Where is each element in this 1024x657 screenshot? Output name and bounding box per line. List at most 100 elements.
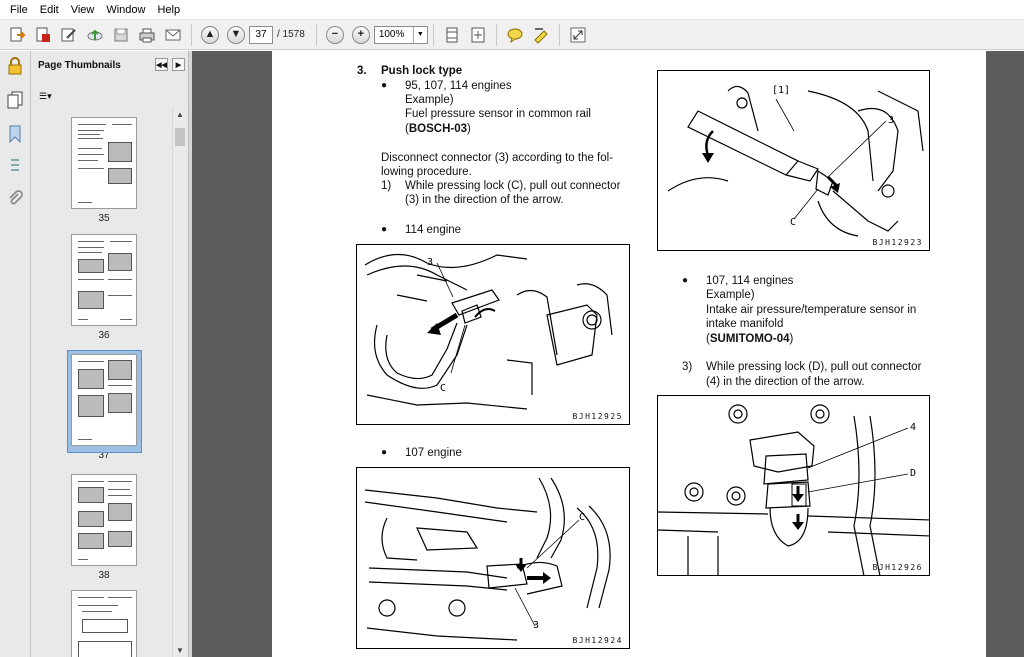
attachments-button[interactable] — [4, 155, 26, 177]
scroll-thumb[interactable] — [175, 128, 185, 146]
thumbnail-page-37[interactable]: 37 — [67, 350, 142, 461]
zoom-out-icon: − — [325, 25, 344, 44]
thumbnails-list: 35 36 37 38 — [31, 109, 169, 657]
zoom-out-button[interactable]: − — [323, 23, 347, 47]
engine-114-label: 114 engine — [405, 224, 462, 236]
bullet: ● — [381, 224, 388, 235]
figure-bjh12924: C 3 BJH12924 — [356, 467, 630, 649]
print-icon — [139, 28, 155, 42]
menu-help[interactable]: Help — [151, 4, 186, 16]
scroll-up-icon[interactable]: ▲ — [176, 110, 184, 119]
thumbnail-image — [71, 234, 137, 326]
figure-bjh12926: 4 D BJH12926 — [657, 395, 930, 576]
zoom-in-icon: + — [351, 25, 370, 44]
page-thumbnails-button[interactable] — [4, 89, 26, 111]
paperclip-button[interactable] — [4, 187, 26, 209]
panel-options-button[interactable]: ☰▾ — [39, 89, 61, 103]
sensor-code: SUMITOMO-04 — [709, 333, 790, 345]
fit-width-button[interactable] — [440, 23, 464, 47]
scroll-down-icon[interactable]: ▼ — [176, 646, 184, 655]
sensor-code: BOSCH-03 — [408, 123, 467, 135]
zoom-select[interactable]: 100% ▼ — [373, 25, 428, 44]
panel-title: Page Thumbnails — [38, 59, 121, 71]
bullet: ● — [381, 80, 388, 91]
callout-label: 3 — [427, 257, 434, 268]
menu-file[interactable]: File — [4, 4, 34, 16]
sensor-code-line: (BOSCH-03) — [405, 123, 471, 135]
edit-button[interactable] — [57, 23, 81, 47]
print-button[interactable] — [135, 23, 159, 47]
save-icon — [114, 28, 128, 41]
thumbnail-panel: Page Thumbnails ◀◀ ▶ ☰▾ 35 36 37 38 ▲ ▼ — [31, 51, 188, 657]
chevron-down-icon[interactable]: ▼ — [412, 26, 427, 43]
zoom-value: 100% — [378, 29, 405, 40]
step-text-1: While pressing lock (C), pull out connec… — [405, 180, 621, 192]
email-button[interactable] — [161, 23, 185, 47]
engine-illustration — [364, 253, 613, 410]
thumbnail-label: 36 — [98, 330, 110, 341]
thumbnail-page-38[interactable]: 38 — [71, 474, 137, 581]
menu-edit[interactable]: Edit — [34, 4, 65, 16]
lock-button[interactable] — [4, 55, 26, 77]
bullet: ● — [381, 447, 388, 458]
sensor-code-line-2: (SUMITOMO-04) — [706, 333, 794, 345]
callout-label: [1] — [772, 85, 791, 96]
thumbnail-label: 35 — [98, 213, 110, 224]
figure-code: BJH12926 — [872, 563, 923, 572]
document-page: 3. Push lock type ● 95, 107, 114 engines… — [272, 51, 986, 657]
pdf-viewer-window: File Edit View Window Help ▲ ▼ / — [0, 0, 1024, 657]
comment-icon — [507, 28, 523, 43]
edit-icon — [61, 28, 76, 41]
figure-bjh12925: 3 C BJH12925 — [356, 244, 630, 425]
thumbnail-page-35[interactable]: 35 — [71, 117, 137, 224]
create-icon — [36, 27, 50, 42]
lock-icon — [8, 57, 22, 75]
fit-page-button[interactable] — [466, 23, 490, 47]
next-page-button[interactable]: ▼ — [224, 23, 248, 47]
navigation-rail — [0, 51, 31, 657]
open-icon — [10, 27, 26, 41]
comment-button[interactable] — [503, 23, 527, 47]
pages-icon — [7, 91, 23, 109]
prev-page-icon: ▲ — [201, 25, 219, 44]
thumbnail-image — [71, 117, 137, 209]
step-text-2: (3) in the direction of the arrow. — [405, 194, 564, 206]
highlight-icon — [534, 27, 548, 44]
highlight-button[interactable] — [529, 23, 553, 47]
expand-button[interactable] — [566, 23, 590, 47]
figure-bjh12923: [1] 3 C BJH12923 — [657, 70, 930, 251]
document-view[interactable]: 3. Push lock type ● 95, 107, 114 engines… — [192, 51, 1024, 657]
attachments-icon — [11, 159, 19, 171]
previous-page-button[interactable]: ▲ — [198, 23, 222, 47]
thumbnail-scrollbar[interactable]: ▲ ▼ — [172, 108, 186, 657]
expand-icon — [570, 27, 586, 42]
collapse-panel-button[interactable]: ◀◀ — [155, 58, 168, 71]
thumbnail-image — [71, 590, 137, 657]
expand-panel-button[interactable]: ▶ — [172, 58, 185, 71]
step-number: 3) — [682, 361, 693, 373]
panel-header: Page Thumbnails ◀◀ ▶ — [31, 51, 188, 79]
figure-code: BJH12925 — [572, 412, 623, 421]
menu-window[interactable]: Window — [100, 4, 151, 16]
save-button[interactable] — [109, 23, 133, 47]
open-button[interactable] — [5, 23, 29, 47]
callout-label: 3 — [888, 115, 895, 126]
toolbar-separator — [191, 23, 192, 46]
upload-button[interactable] — [83, 23, 107, 47]
toolbar: ▲ ▼ / 1578 − + 100% ▼ — [0, 20, 1024, 50]
menu-view[interactable]: View — [65, 4, 101, 16]
thumbnail-label: 38 — [98, 570, 110, 581]
create-pdf-button[interactable] — [31, 23, 55, 47]
zoom-in-button[interactable]: + — [349, 23, 373, 47]
thumbnail-page-39[interactable] — [71, 590, 137, 657]
bullet-engines-2: 107, 114 engines — [706, 275, 794, 287]
page-number-input[interactable] — [249, 25, 273, 44]
paperclip-icon — [9, 190, 23, 205]
callout-label: C — [579, 512, 586, 523]
fit-width-icon — [446, 27, 458, 42]
instruction-line-1: Disconnect connector (3) according to th… — [381, 152, 614, 164]
bookmarks-button[interactable] — [4, 123, 26, 145]
callout-label: C — [440, 383, 447, 394]
thumbnail-page-36[interactable]: 36 — [71, 234, 137, 341]
example-label: Example) — [405, 94, 454, 106]
